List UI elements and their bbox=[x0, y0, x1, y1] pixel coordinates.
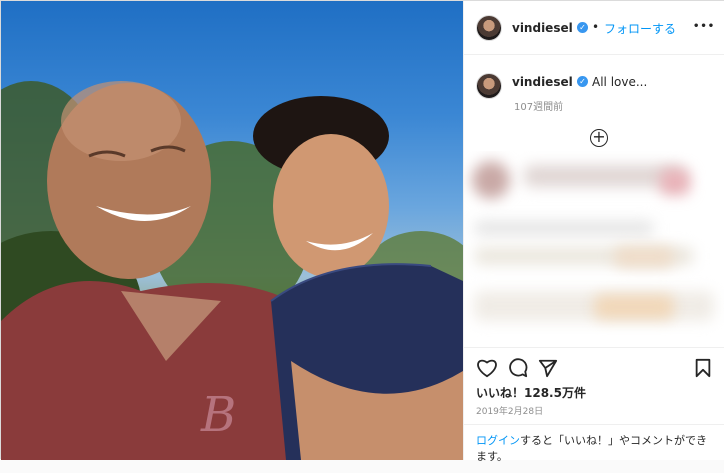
likes-count[interactable]: いいね！128.5万件 bbox=[476, 384, 586, 401]
load-more-comments-icon[interactable]: + bbox=[590, 129, 608, 147]
comment-icon[interactable] bbox=[508, 358, 528, 378]
login-link[interactable]: ログイン bbox=[476, 434, 520, 447]
instagram-post: B vindiesel ✓ • フォローする ••• vindiesel ✓ A… bbox=[0, 0, 724, 463]
post-side-panel: vindiesel ✓ • フォローする ••• vindiesel ✓ All… bbox=[463, 1, 724, 463]
post-photo[interactable]: B bbox=[1, 1, 463, 460]
heart-icon[interactable] bbox=[476, 358, 498, 378]
post-date: 2019年2月28日 bbox=[476, 407, 544, 417]
svg-text:B: B bbox=[200, 387, 236, 443]
caption-username[interactable]: vindiesel bbox=[512, 75, 573, 89]
avatar[interactable] bbox=[476, 15, 502, 41]
paper-plane-icon[interactable] bbox=[538, 358, 558, 378]
photo-illustration: B bbox=[1, 81, 463, 460]
separator: • bbox=[592, 20, 600, 34]
verified-badge-icon: ✓ bbox=[577, 76, 588, 87]
caption-text: All love... bbox=[592, 75, 648, 89]
header-username[interactable]: vindiesel bbox=[512, 21, 573, 35]
post-actions: いいね！128.5万件 2019年2月28日 ログインすると「いいね！」やコメン… bbox=[464, 347, 724, 463]
verified-badge-icon: ✓ bbox=[577, 22, 588, 33]
blurred-comments bbox=[464, 151, 724, 341]
more-options-icon[interactable]: ••• bbox=[693, 21, 715, 32]
post-header: vindiesel ✓ • フォローする ••• bbox=[464, 1, 724, 55]
follow-button[interactable]: フォローする bbox=[604, 20, 676, 37]
login-prompt: ログインすると「いいね！」やコメントができます。 bbox=[464, 424, 724, 473]
caption-avatar[interactable] bbox=[476, 73, 502, 99]
caption-time: 107週間前 bbox=[514, 102, 564, 113]
bookmark-icon[interactable] bbox=[694, 358, 712, 378]
